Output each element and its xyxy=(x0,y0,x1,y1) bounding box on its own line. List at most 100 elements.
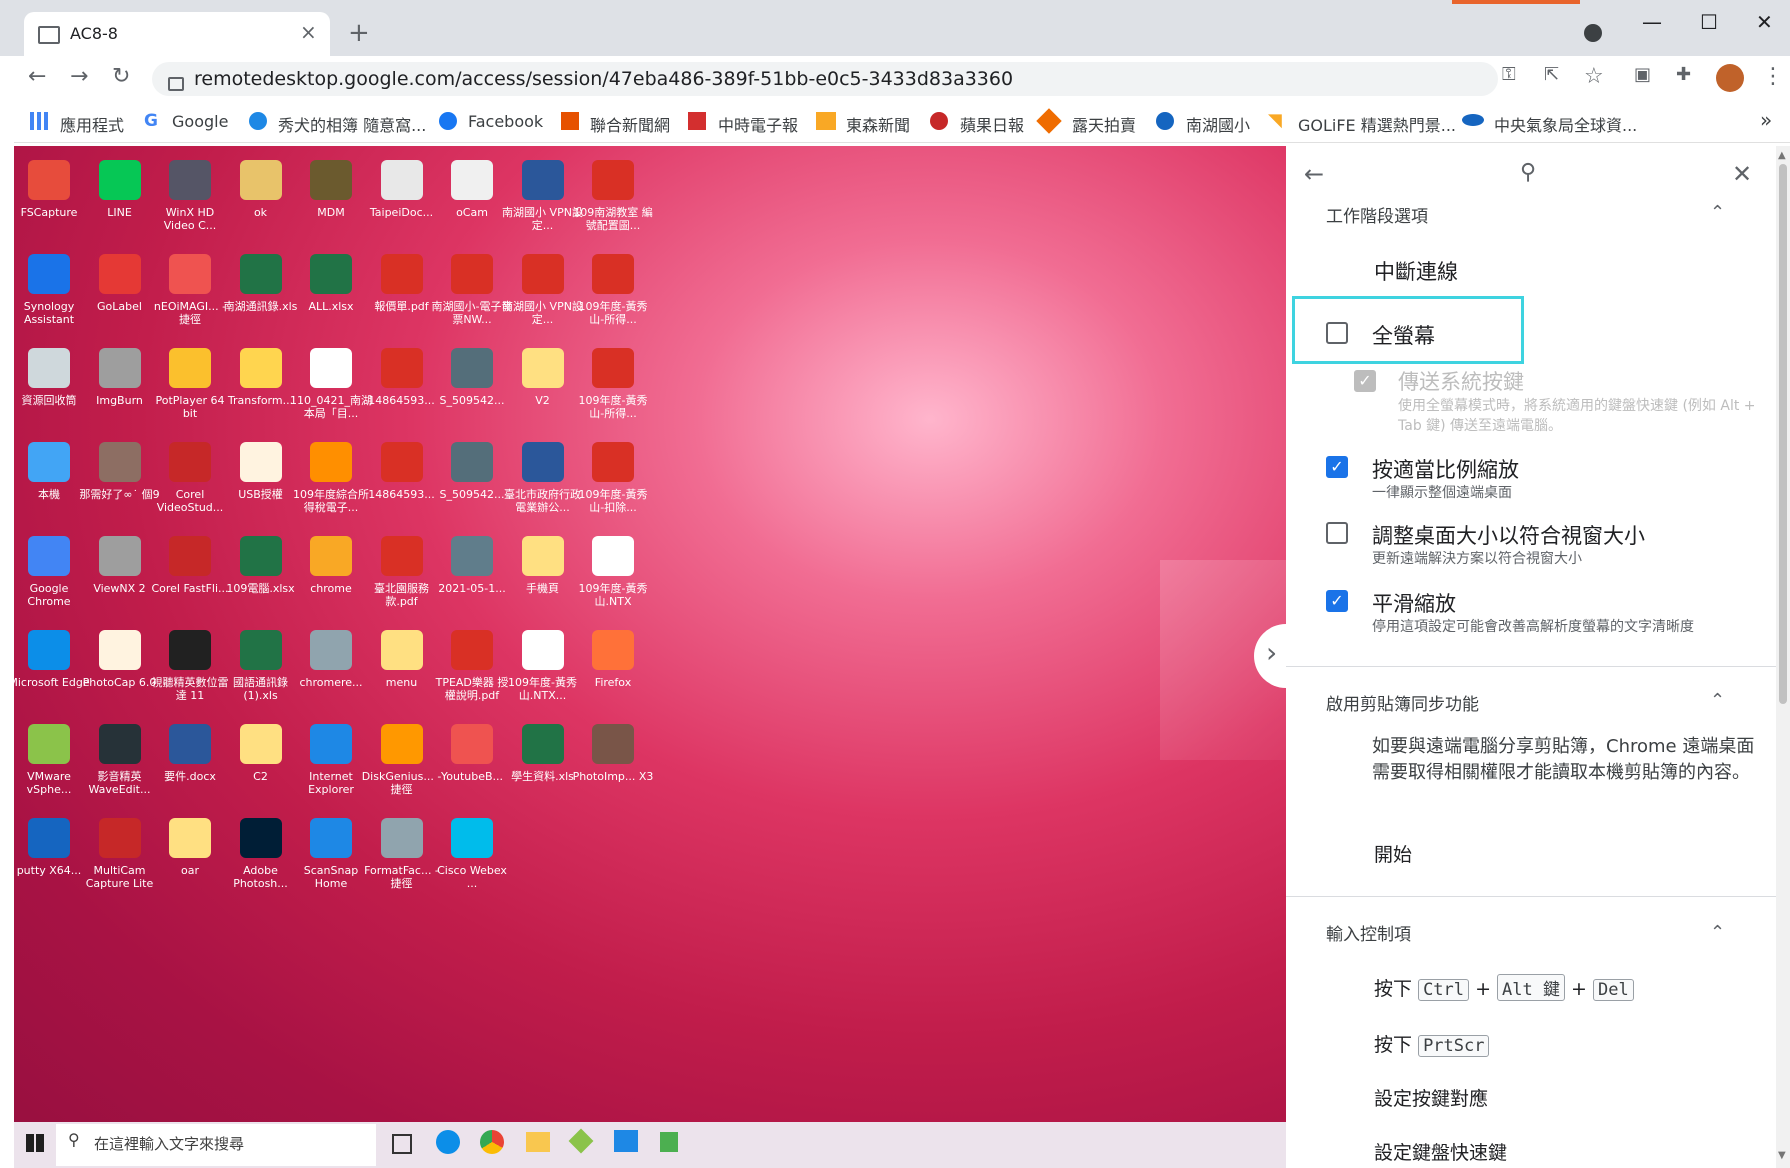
desktop-icon[interactable]: 本機 xyxy=(14,436,84,530)
collapse-session-icon[interactable]: ⌃ xyxy=(1710,202,1725,223)
menu-icon[interactable]: ⋮ xyxy=(1762,64,1784,89)
lock-icon[interactable] xyxy=(168,77,184,91)
desktop-icon[interactable]: ViewNX 2 xyxy=(85,530,155,624)
close-window-icon[interactable]: ✕ xyxy=(1756,10,1773,34)
desktop-icon[interactable]: Corel FastFli... xyxy=(151,530,229,624)
windows-start-icon[interactable] xyxy=(26,1134,44,1152)
desktop-icon[interactable]: oCam xyxy=(437,154,507,248)
desktop-icon[interactable]: DiskGenius... - 捷徑 xyxy=(362,718,441,812)
desktop-icon[interactable]: 109年度綜合所得稅電子... xyxy=(293,436,369,530)
taskbar-search-placeholder[interactable]: 在這裡輸入文字來搜尋 xyxy=(94,1133,244,1154)
desktop-icon[interactable]: 學生資料.xls xyxy=(508,718,578,812)
prtscr-action[interactable]: 按下 PrtScr xyxy=(1374,1030,1490,1057)
avatar[interactable] xyxy=(1716,64,1744,92)
fullscreen-label[interactable]: 全螢幕 xyxy=(1372,320,1435,350)
desktop-icon[interactable]: ok xyxy=(226,154,296,248)
desktop-icon[interactable]: ScanSnap Home xyxy=(296,812,366,906)
desktop-icon[interactable]: Google Chrome xyxy=(14,530,84,624)
desktop-icon[interactable]: VMware vSphe... xyxy=(14,718,84,812)
desktop-icon[interactable]: chromere... xyxy=(296,624,366,718)
clipboard-header[interactable]: 啟用剪貼簿同步功能 xyxy=(1326,690,1479,715)
taskbar-chrome-icon[interactable] xyxy=(480,1130,504,1154)
input-controls-header[interactable]: 輸入控制項 xyxy=(1326,920,1411,945)
desktop-icon[interactable]: PhotoImp... X3 xyxy=(573,718,653,812)
desktop-icon[interactable]: Internet Explorer xyxy=(296,718,366,812)
collapse-clipboard-icon[interactable]: ⌃ xyxy=(1710,690,1725,711)
desktop-icon[interactable]: TaipeiDoc... xyxy=(367,154,437,248)
bookmark-ebc[interactable]: 東森新聞 xyxy=(846,112,910,136)
bookmarks-overflow-icon[interactable]: » xyxy=(1760,108,1772,132)
desktop-icon[interactable]: 視聽精英數位雷達 11 xyxy=(152,624,229,718)
key-icon[interactable]: ⚿ xyxy=(1502,64,1516,85)
desktop-icon[interactable]: 資源回收筒 xyxy=(14,342,84,436)
desktop-icon[interactable]: Firefox xyxy=(578,624,648,718)
desktop-icon[interactable]: C2 xyxy=(226,718,296,812)
bookmark-google[interactable]: Google xyxy=(172,112,228,131)
desktop-icon[interactable]: 109年度-黃秀山-所得... xyxy=(578,342,648,436)
maximize-icon[interactable]: ☐ xyxy=(1700,10,1718,34)
desktop-icon[interactable]: oar xyxy=(155,812,225,906)
desktop-icon[interactable]: 臺北市政府行政電業辦公... xyxy=(504,436,581,530)
desktop-icon[interactable]: ALL.xlsx xyxy=(296,248,366,342)
scale-to-fit-checkbox[interactable]: ✓ xyxy=(1326,456,1348,478)
desktop-icon[interactable]: 手機頁 xyxy=(508,530,578,624)
bookmark-chinatimes[interactable]: 中時電子報 xyxy=(718,112,798,136)
desktop-icon[interactable]: LINE xyxy=(85,154,155,248)
desktop-icon[interactable]: 109年度-黃秀山.NTX xyxy=(578,530,648,624)
desktop-icon[interactable]: 109南湖教室 編號配置圖... xyxy=(573,154,653,248)
desktop-icon[interactable]: S_509542... xyxy=(437,342,507,436)
desktop-icon[interactable]: S_509542... xyxy=(437,436,507,530)
desktop-icon[interactable]: 南湖通訊錄.xls xyxy=(224,248,297,342)
taskbar-app-icon[interactable] xyxy=(660,1132,678,1152)
desktop-icon[interactable]: 109年度-黃秀山-所得... xyxy=(578,248,648,342)
desktop-icon[interactable]: YoutubeB... xyxy=(437,718,507,812)
desktop-icon[interactable]: menu xyxy=(367,624,437,718)
desktop-icon[interactable]: WinX HD Video C... xyxy=(155,154,225,248)
desktop-icon[interactable]: FormatFac... - 捷徑 xyxy=(364,812,439,906)
desktop-icon[interactable]: TPEAD樂器 授權說明.pdf xyxy=(436,624,508,718)
desktop-icon[interactable]: MultiCam Capture Lite xyxy=(85,812,155,906)
bookmark-blog[interactable]: 秀犬的相簿 隨意窩... xyxy=(278,112,426,136)
bookmark-cwb[interactable]: 中央氣象局全球資... xyxy=(1494,112,1637,136)
desktop-icon[interactable]: 臺北園服務款.pdf xyxy=(367,530,437,624)
desktop-icon[interactable]: 109年度-黃秀山.NTX... xyxy=(508,624,578,718)
disconnect-link[interactable]: 中斷連線 xyxy=(1374,256,1458,286)
panel-close-icon[interactable]: ✕ xyxy=(1732,160,1752,188)
media-control-icon[interactable] xyxy=(1584,24,1602,42)
panel-back-icon[interactable]: ← xyxy=(1304,160,1324,188)
desktop-icon[interactable]: 影音精英 WaveEdit... xyxy=(85,718,155,812)
reload-icon[interactable]: ↻ xyxy=(112,64,130,89)
desktop-icon[interactable]: 14864593... xyxy=(367,342,437,436)
desktop-icon[interactable]: 要件.docx xyxy=(155,718,225,812)
share-icon[interactable]: ⇱ xyxy=(1544,64,1559,85)
desktop-icon[interactable]: 2021-05-1... xyxy=(437,530,507,624)
desktop-icon[interactable]: 南湖國小-電子發票NW... xyxy=(432,248,512,342)
desktop-icon[interactable]: Adobe Photosh... xyxy=(226,812,296,906)
taskbar-edge-icon[interactable] xyxy=(436,1130,460,1154)
ctrl-alt-del-action[interactable]: 按下 Ctrl + Alt 鍵 + Del xyxy=(1374,974,1634,1001)
desktop-icon[interactable]: 南湖國小 VPN設定... xyxy=(502,248,583,342)
desktop-icon[interactable]: Cisco Webex ... xyxy=(437,812,507,906)
bookmark-school[interactable]: 南湖國小 xyxy=(1186,112,1250,136)
back-icon[interactable]: ← xyxy=(28,64,46,89)
desktop-icon[interactable]: 國語通訊錄 (1).xls xyxy=(226,624,296,718)
smooth-scaling-checkbox[interactable]: ✓ xyxy=(1326,590,1348,612)
desktop-icon[interactable]: V2 xyxy=(508,342,578,436)
desktop-icon[interactable]: GoLabel xyxy=(85,248,155,342)
desktop-icon[interactable]: nEOiMAGI... - 捷徑 xyxy=(154,248,226,342)
desktop-icon[interactable]: ImgBurn xyxy=(85,342,155,436)
remote-desktop-extension-icon[interactable]: ▣ xyxy=(1634,64,1651,85)
keyboard-shortcuts-link[interactable]: 設定鍵盤快速鍵 xyxy=(1374,1138,1507,1165)
scale-to-fit-label[interactable]: 按適當比例縮放 xyxy=(1372,454,1519,484)
desktop-icon[interactable]: putty X64... xyxy=(14,812,84,906)
key-mapping-link[interactable]: 設定按鍵對應 xyxy=(1374,1084,1488,1111)
desktop-icon[interactable]: PhotoCap 6.0 xyxy=(83,624,156,718)
desktop-icon[interactable]: PotPlayer 64 bit xyxy=(155,342,225,436)
desktop-icon[interactable]: 109年度-黃秀山-扣除... xyxy=(578,436,648,530)
desktop-icon[interactable]: 110_0421_南湖本局「目... xyxy=(290,342,372,436)
desktop-icon[interactable]: Synology Assistant xyxy=(14,248,84,342)
bookmark-udn[interactable]: 聯合新聞網 xyxy=(590,112,670,136)
fullscreen-checkbox[interactable] xyxy=(1326,322,1348,344)
bookmark-facebook[interactable]: Facebook xyxy=(468,112,543,131)
desktop-icon[interactable]: 109電腦.xlsx xyxy=(226,530,296,624)
